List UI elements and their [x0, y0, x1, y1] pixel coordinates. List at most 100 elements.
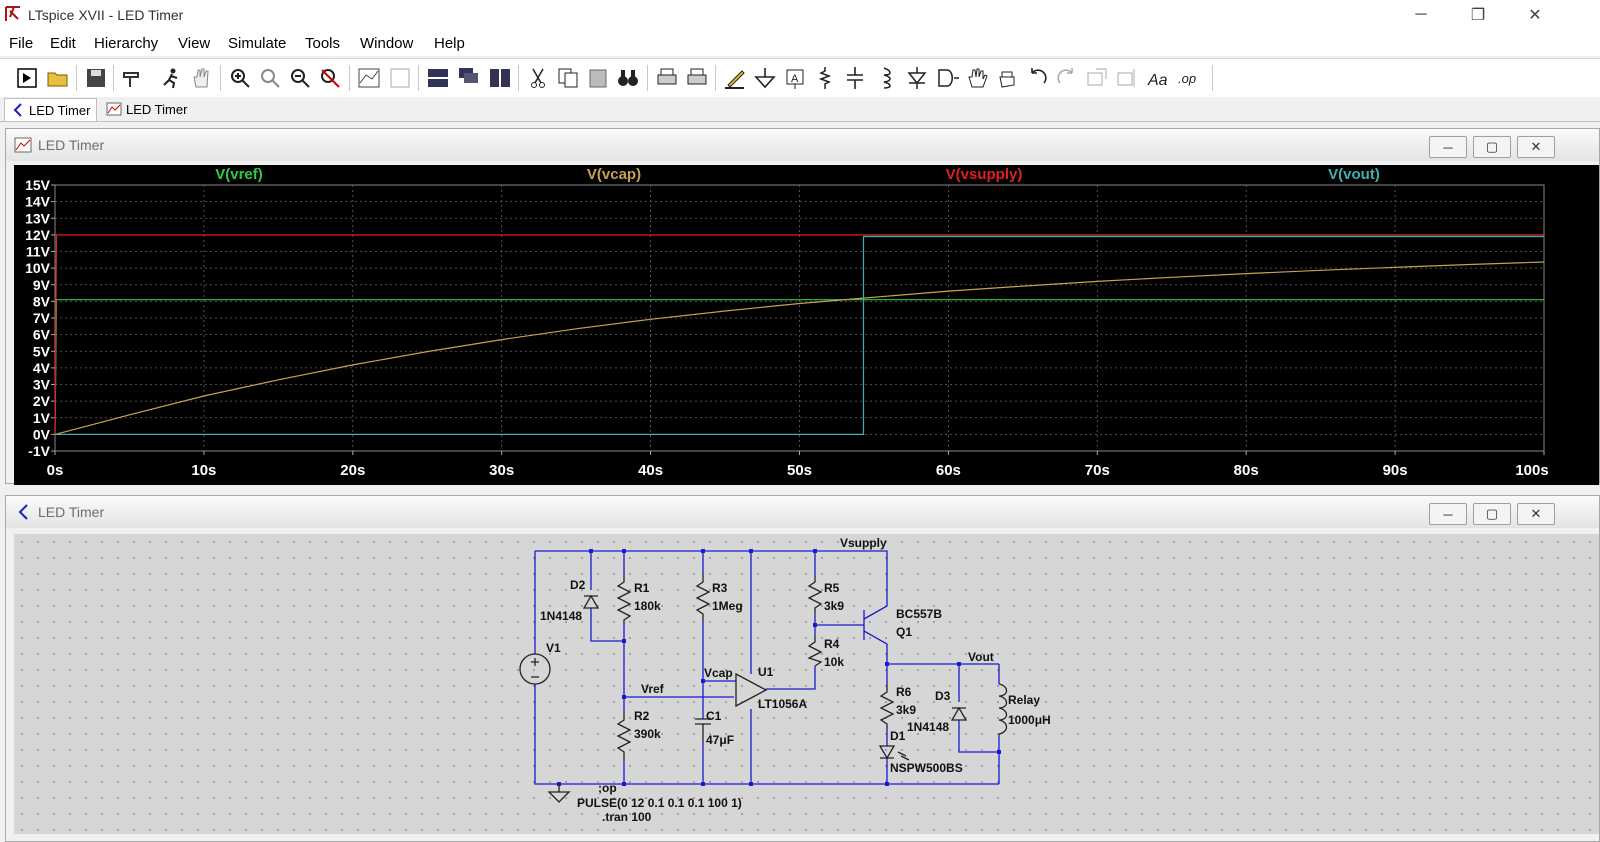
zoom-in-icon[interactable]	[227, 65, 253, 91]
zoom-out-icon[interactable]	[287, 65, 313, 91]
undo-icon[interactable]	[1024, 65, 1050, 91]
menu-edit[interactable]: Edit	[50, 35, 76, 52]
menu-hierarchy[interactable]: Hierarchy	[94, 35, 158, 52]
menu-simulate[interactable]: Simulate	[228, 35, 286, 52]
zoom-pan-icon[interactable]	[257, 65, 283, 91]
paste-icon[interactable]	[585, 65, 611, 91]
move-hand-icon[interactable]	[964, 65, 990, 91]
menu-file[interactable]: File	[9, 35, 33, 52]
drag-fist-icon[interactable]	[994, 65, 1020, 91]
menu-help[interactable]: Help	[434, 35, 465, 52]
ground-icon[interactable]	[752, 65, 778, 91]
restore-button[interactable]: ❐	[1455, 2, 1501, 28]
save-icon[interactable]	[83, 65, 109, 91]
cut-scissors-icon[interactable]	[525, 65, 551, 91]
waveform-chart[interactable]: 15V14V13V12V11V10V9V8V7V6V5V4V3V2V1V0V-1…	[14, 165, 1599, 485]
label-relay: Relay	[1008, 693, 1040, 707]
capacitor-icon[interactable]	[842, 65, 868, 91]
schematic-window-titlebar: LED Timer ─ ▢ ✕	[6, 496, 1599, 528]
find-binoculars-icon[interactable]	[615, 65, 641, 91]
schematic-drawing[interactable]: Vsupply Vout Vref Vcap D2 1N4148 R1 180k…	[14, 534, 1599, 834]
inductor-icon[interactable]	[872, 65, 898, 91]
waveform-plot[interactable]: 15V 14V 13V 12V 11V 10V 9V 8V 7V 6V 5V 4V 3V 2V 1V 0V -1…	[14, 165, 1599, 485]
minimize-button[interactable]: ─	[1398, 2, 1444, 28]
spice-directive-tran: .tran 100	[602, 810, 652, 824]
label-r4-value: 10k	[824, 655, 844, 669]
menu-window[interactable]: Window	[360, 35, 413, 52]
diode-d3	[950, 706, 968, 721]
schematic-maximize-button[interactable]: ▢	[1473, 503, 1511, 525]
label-r6: R6	[896, 685, 912, 699]
zoom-fit-icon[interactable]	[317, 65, 343, 91]
x-tick-label: 20s	[340, 462, 365, 479]
x-tick-label: 10s	[191, 462, 216, 479]
label-d1: D1	[890, 729, 906, 743]
waveform-close-button[interactable]: ✕	[1517, 136, 1555, 158]
y-tick-label: 14V	[25, 194, 51, 210]
close-button[interactable]: ✕	[1512, 2, 1558, 28]
label-v1: V1	[546, 641, 561, 655]
y-tick-label: 5V	[33, 343, 51, 359]
rotate-icon[interactable]	[1084, 65, 1110, 91]
resistor-r5	[807, 576, 823, 614]
grid-icon[interactable]	[387, 65, 413, 91]
label-q1: Q1	[896, 625, 912, 639]
run-icon[interactable]	[158, 65, 184, 91]
schematic-close-button[interactable]: ✕	[1517, 503, 1555, 525]
toolbar-separator	[76, 65, 77, 91]
svg-text:.op: .op	[1178, 71, 1196, 86]
mirror-icon[interactable]	[1114, 65, 1140, 91]
label-q1-model: BC557B	[896, 607, 942, 621]
schematic-icon	[18, 504, 28, 520]
trace-vvcap	[54, 261, 1545, 435]
tab-led-timer-waveform[interactable]: LED Timer	[100, 98, 193, 120]
trace-vvref	[54, 299, 1544, 435]
relay-coil	[998, 683, 1008, 735]
print-icon[interactable]	[654, 65, 680, 91]
new-schematic-icon[interactable]	[14, 65, 40, 91]
schematic-minimize-button[interactable]: ─	[1429, 503, 1467, 525]
halt-hand-icon[interactable]	[188, 65, 214, 91]
diode-d2	[582, 594, 600, 609]
y-tick-label: 10V	[25, 260, 51, 276]
resistor-r4	[807, 636, 823, 667]
y-tick-label: 6V	[33, 327, 51, 343]
x-tick-label: 50s	[787, 462, 812, 479]
cascade-icon[interactable]	[456, 65, 482, 91]
control-panel-hammer-icon[interactable]	[120, 65, 146, 91]
spice-directive-op: ;op	[598, 781, 617, 795]
menu-view[interactable]: View	[178, 35, 210, 52]
tab-led-timer-schematic[interactable]: LED Timer	[4, 98, 98, 121]
schematic-canvas[interactable]: Vsupply Vout Vref Vcap D2 1N4148 R1 180k…	[14, 534, 1599, 834]
tab-label: LED Timer	[126, 101, 188, 117]
diode-icon[interactable]	[904, 65, 930, 91]
tile-horizontal-icon[interactable]	[425, 65, 451, 91]
label-c1: C1	[706, 709, 722, 723]
y-tick-label: 13V	[25, 210, 51, 226]
print-preview-icon[interactable]	[684, 65, 710, 91]
tile-vertical-icon[interactable]	[487, 65, 513, 91]
schematic-window-title: LED Timer	[38, 504, 105, 520]
svg-text:A: A	[791, 73, 799, 85]
label-u1: U1	[758, 665, 774, 679]
autorange-icon[interactable]	[356, 65, 382, 91]
component-icon[interactable]	[934, 65, 960, 91]
copy-icon[interactable]	[555, 65, 581, 91]
waveform-icon	[106, 102, 122, 116]
text-icon[interactable]: Aa	[1146, 65, 1172, 91]
waveform-maximize-button[interactable]: ▢	[1473, 136, 1511, 158]
y-tick-label: 7V	[33, 310, 51, 326]
label-r3-value: 1Meg	[712, 599, 743, 613]
spice-directive-icon[interactable]: .op	[1176, 65, 1202, 91]
redo-icon[interactable]	[1054, 65, 1080, 91]
draw-wire-pencil-icon[interactable]	[722, 65, 748, 91]
label-net-icon[interactable]: A	[782, 65, 808, 91]
title-bar: LTspice XVII - LED Timer ─ ❐ ✕	[0, 0, 1600, 30]
menu-tools[interactable]: Tools	[305, 35, 340, 52]
resistor-icon[interactable]	[812, 65, 838, 91]
label-r2-value: 390k	[634, 727, 661, 741]
waveform-minimize-button[interactable]: ─	[1429, 136, 1467, 158]
tab-label: LED Timer	[29, 102, 91, 118]
open-folder-icon[interactable]	[45, 65, 71, 91]
y-tick-label: 4V	[33, 360, 51, 376]
